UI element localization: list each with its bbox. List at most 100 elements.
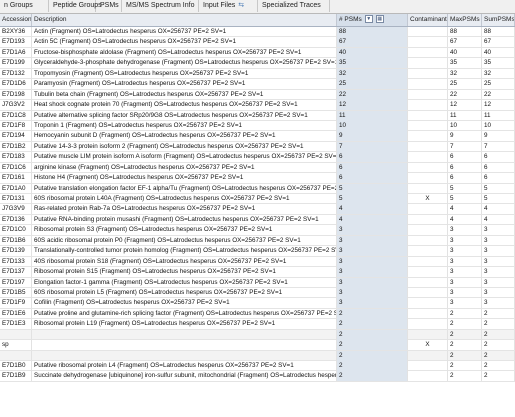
table-row[interactable]: E7D1D6 Paramyosin (Fragment) OS=Latrodect…: [0, 79, 515, 90]
max-psms-cell: 2: [448, 371, 482, 382]
table-row[interactable]: E7D1F8 Troponin 1 (Fragment) OS=Latrodect…: [0, 120, 515, 132]
max-psms-cell: 9: [448, 131, 482, 142]
header-label: # PSMs: [339, 16, 362, 23]
contaminant-cell: [408, 58, 448, 69]
tab-specialized-traces[interactable]: Specialized Traces: [258, 0, 330, 12]
table-row[interactable]: E7D1E6 Putative proline and glutamine-ric…: [0, 308, 515, 320]
table-row[interactable]: E7D137 Ribosomal protein S15 (Fragment) O…: [0, 267, 515, 278]
tab-protein-groups[interactable]: n Groups: [0, 0, 49, 12]
table-row[interactable]: E7D1B0 Putative ribosomal protein L4 (Fra…: [0, 361, 515, 372]
tab-peptide-groups[interactable]: Peptide Groups: [49, 0, 102, 12]
table-row[interactable]: E7D1C8 Putative alternative splicing fact…: [0, 110, 515, 121]
table-row[interactable]: E7D1F9 Cofilin (Fragment) OS=Latrodectus …: [0, 298, 515, 309]
table-row[interactable]: E7D136 Putative RNA-binding protein musas…: [0, 214, 515, 226]
sum-psms-cell: 32: [482, 68, 515, 79]
accession-cell: [0, 329, 32, 340]
accession-cell: E7D198: [0, 89, 32, 100]
description-cell: [32, 350, 337, 361]
table-row[interactable]: E7D1B6 60S acidic ribosomal protein P0 (F…: [0, 235, 515, 247]
contaminant-cell: [408, 235, 448, 246]
table-row[interactable]: E7D198 Tubulin beta chain (Fragment) OS=L…: [0, 89, 515, 101]
table-row[interactable]: sp 2 X 2 2: [0, 340, 515, 351]
column-header-sum-psms[interactable]: SumPSMs: [482, 14, 515, 26]
table-row[interactable]: E7D131 60S ribosomal protein L40A (Fragme…: [0, 194, 515, 205]
description-cell: Ribosomal protein S15 (Fragment) OS=Latr…: [32, 267, 337, 278]
psms-cell: 7: [337, 141, 408, 152]
contaminant-cell: [408, 152, 448, 163]
description-cell: 60S acidic ribosomal protein P0 (Fragmen…: [32, 235, 337, 246]
column-header-max-psms[interactable]: MaxPSMs: [448, 14, 482, 26]
table-row[interactable]: E7D132 Tropomyosin (Fragment) OS=Latrodec…: [0, 68, 515, 80]
description-cell: Ribosomal protein L19 (Fragment) OS=Latr…: [32, 319, 337, 330]
column-header-description[interactable]: Description: [32, 14, 337, 26]
psms-cell: 12: [337, 100, 408, 111]
table-row[interactable]: E7D161 Histone H4 (Fragment) OS=Latrodect…: [0, 173, 515, 184]
tab-psms[interactable]: PSMs: [96, 0, 122, 12]
table-row[interactable]: E7D199 Glyceraldehyde-3-phosphate dehydro…: [0, 58, 515, 69]
sum-psms-cell: 3: [482, 235, 515, 246]
sort-descending-icon[interactable]: ▼: [364, 15, 373, 24]
contaminant-cell: X: [408, 340, 448, 351]
table-row[interactable]: E7D183 Putative muscle LIM protein isofor…: [0, 152, 515, 163]
table-row[interactable]: E7D197 Elongation factor-1 gamma (Fragmen…: [0, 277, 515, 288]
column-header-contaminant[interactable]: Contaminant: [408, 14, 448, 26]
max-psms-cell: 2: [448, 329, 482, 340]
max-psms-cell: 4: [448, 214, 482, 225]
accession-cell: B2XY36: [0, 27, 32, 37]
psms-cell: 3: [337, 246, 408, 257]
table-row[interactable]: E7D1B9 Succinate dehydrogenase [ubiquinon…: [0, 371, 515, 382]
description-cell: Tubulin beta chain (Fragment) OS=Latrode…: [32, 89, 337, 100]
sum-psms-cell: 7: [482, 141, 515, 152]
table-row[interactable]: 222: [0, 350, 515, 361]
max-psms-cell: 3: [448, 235, 482, 246]
table-row[interactable]: E7D1A6 Fructose-bisphosphate aldolase (Fr…: [0, 47, 515, 59]
table-row[interactable]: E7D194 Hemocyanin subunit D (Fragment) OS…: [0, 131, 515, 142]
table-row[interactable]: E7D1A0 Putative translation elongation fa…: [0, 183, 515, 194]
table-row[interactable]: E7D133 40S ribosomal protein S18 (Fragmen…: [0, 256, 515, 268]
table-row[interactable]: E7D193 Actin 5C (Fragment) OS=Latrodectus…: [0, 37, 515, 48]
tab-label: MS/MS Spectrum Info: [126, 2, 195, 9]
description-cell: 40S ribosomal protein S18 (Fragment) OS=…: [32, 256, 337, 267]
contaminant-cell: [408, 308, 448, 319]
tab-msms-spectrum-info[interactable]: MS/MS Spectrum Info: [122, 0, 199, 12]
max-psms-cell: 2: [448, 308, 482, 319]
sum-psms-cell: 22: [482, 89, 515, 100]
accession-cell: E7D1C6: [0, 162, 32, 173]
contaminant-cell: [408, 47, 448, 58]
psms-cell: 4: [337, 214, 408, 225]
table-row[interactable]: J7G3V2 Heat shock cognate protein 70 (Fra…: [0, 100, 515, 111]
table-row[interactable]: E7D1E3 Ribosomal protein L19 (Fragment) O…: [0, 319, 515, 330]
psms-cell: 22: [337, 89, 408, 100]
max-psms-cell: 7: [448, 141, 482, 152]
psms-cell: 4: [337, 204, 408, 215]
tab-input-files[interactable]: Input Files ⇆: [199, 0, 258, 12]
table-row[interactable]: J7G3V9 Ras-related protein Rab-7a OS=Latr…: [0, 204, 515, 215]
max-psms-cell: 3: [448, 246, 482, 257]
table-row[interactable]: E7D1B5 60S ribosomal protein L5 (Fragment…: [0, 287, 515, 299]
sum-psms-cell: 2: [482, 329, 515, 340]
contaminant-cell: [408, 371, 448, 382]
contaminant-cell: [408, 89, 448, 100]
description-cell: Actin 5C (Fragment) OS=Latrodectus hespe…: [32, 37, 337, 48]
table-row[interactable]: B2XY36 Actin (Fragment) OS=Latrodectus he…: [0, 27, 515, 38]
max-psms-cell: 5: [448, 194, 482, 204]
max-psms-cell: 3: [448, 287, 482, 298]
table-row[interactable]: E7D1C6 arginine kinase (Fragment) OS=Latr…: [0, 162, 515, 174]
filter-icon[interactable]: ▦: [375, 15, 384, 24]
contaminant-cell: [408, 329, 448, 340]
contaminant-cell: [408, 287, 448, 298]
column-header-psms[interactable]: # PSMs ▼ ▦: [337, 14, 408, 26]
sum-psms-cell: 2: [482, 308, 515, 319]
table-row[interactable]: 222: [0, 329, 515, 341]
contaminant-cell: [408, 298, 448, 309]
contaminant-cell: [408, 319, 448, 330]
table-row[interactable]: E7D1B2 Putative 14-3-3 protein isoform 2 …: [0, 141, 515, 153]
psms-cell: 3: [337, 225, 408, 236]
tab-label: n Groups: [4, 2, 33, 9]
sum-psms-cell: 3: [482, 277, 515, 288]
column-header-accession[interactable]: Accession: [0, 14, 32, 26]
description-cell: Putative 14-3-3 protein isoform 2 (Fragm…: [32, 141, 337, 152]
table-row[interactable]: E7D139 Translationally-controlled tumor p…: [0, 246, 515, 257]
table-row[interactable]: E7D1C0 Ribosomal protein S3 (Fragment) OS…: [0, 225, 515, 236]
accession-cell: E7D136: [0, 214, 32, 225]
